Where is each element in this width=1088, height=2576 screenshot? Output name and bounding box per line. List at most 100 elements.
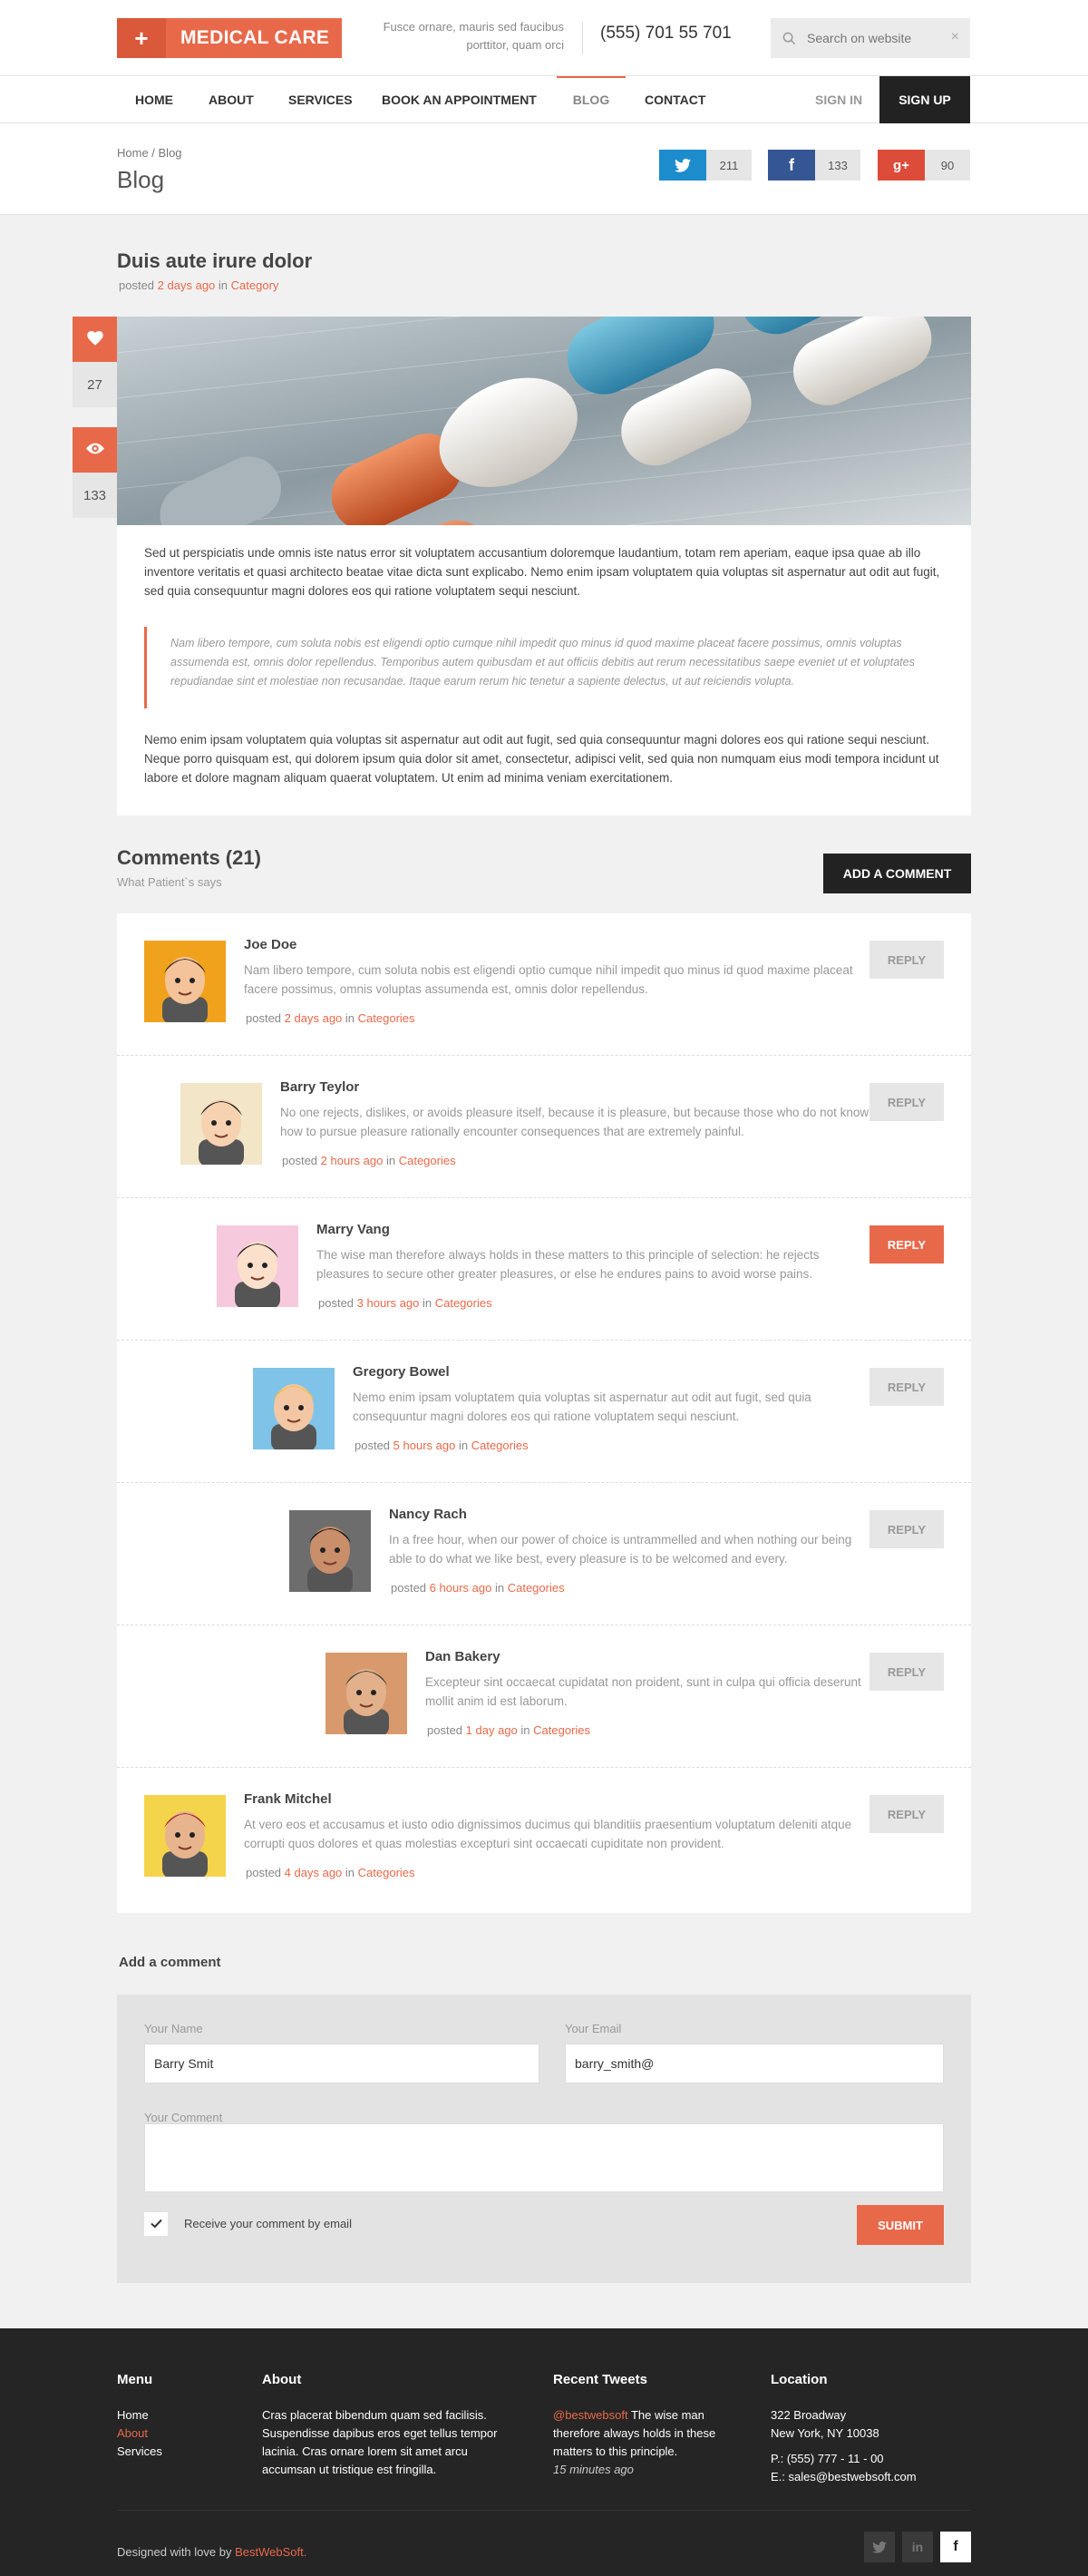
comment-form: Your Name Your Email Your Comment Receiv… — [117, 1995, 971, 2283]
comment-posted: posted — [246, 1866, 282, 1879]
linkedin-icon[interactable]: in — [902, 2532, 933, 2562]
footer-link-home[interactable]: Home — [117, 2406, 149, 2425]
comments-title: Comments (21) — [117, 846, 261, 869]
comment-author[interactable]: Dan Bakery — [425, 1649, 500, 1664]
comment-item: Gregory Bowel Nemo enim ipsam voluptatem … — [117, 1341, 971, 1483]
reply-button[interactable]: REPLY — [869, 941, 944, 979]
footer-tweet: @bestwebsoft The wise man therefore alwa… — [553, 2406, 743, 2461]
reply-button[interactable]: REPLY — [869, 1510, 944, 1548]
comment-time-link[interactable]: 5 hours ago — [393, 1439, 456, 1452]
sign-in-link[interactable]: SIGN IN — [815, 76, 862, 123]
comment-time-link[interactable]: 4 days ago — [285, 1866, 343, 1879]
comment-time-link[interactable]: 3 hours ago — [357, 1296, 420, 1310]
add-comment-button[interactable]: ADD A COMMENT — [823, 854, 971, 893]
comment-category-link[interactable]: Categories — [508, 1581, 565, 1595]
comment-text: Excepteur sint occaecat cupidatat non pr… — [425, 1675, 861, 1708]
comment-category-link[interactable]: Categories — [435, 1296, 492, 1310]
post-title[interactable]: Duis aute irure dolor — [117, 249, 312, 273]
comment-author[interactable]: Joe Doe — [244, 937, 296, 952]
comment-posted: posted — [427, 1723, 463, 1737]
comment-posted: posted — [282, 1154, 318, 1167]
footer-phone[interactable]: P.: (555) 777 - 11 - 00 — [771, 2450, 884, 2468]
header-phone: (555) 701 55 701 — [600, 24, 732, 43]
comment-author[interactable]: Frank Mitchel — [244, 1791, 332, 1807]
nav-about[interactable]: ABOUT — [209, 76, 254, 123]
comment-category-link[interactable]: Categories — [358, 1866, 415, 1879]
avatar[interactable] — [325, 1653, 407, 1734]
search-input[interactable] — [807, 31, 943, 45]
nav-services[interactable]: SERVICES — [288, 76, 353, 123]
comment-meta: posted 2 hours ago in Categories — [282, 1154, 456, 1167]
comment-item: Dan Bakery Excepteur sint occaecat cupida… — [117, 1625, 971, 1768]
post-category-link[interactable]: Category — [231, 278, 279, 292]
nav-contact[interactable]: CONTACT — [645, 76, 705, 123]
comment-category-link[interactable]: Categories — [399, 1154, 456, 1167]
avatar[interactable] — [217, 1225, 298, 1307]
email-checkbox[interactable] — [144, 2212, 168, 2236]
comment-time-link[interactable]: 2 hours ago — [321, 1154, 384, 1167]
tweet-handle-link[interactable]: @bestwebsoft — [553, 2408, 628, 2422]
comment-meta: posted 5 hours ago in Categories — [355, 1439, 529, 1452]
views-count: 133 — [73, 473, 117, 518]
credit-link[interactable]: BestWebSoft. — [235, 2545, 306, 2559]
facebook-share[interactable]: f 133 — [768, 150, 860, 181]
reply-button[interactable]: REPLY — [869, 1653, 944, 1691]
comment-author[interactable]: Gregory Bowel — [353, 1364, 450, 1380]
comment-text: In a free hour, when our power of choice… — [389, 1533, 852, 1566]
page-title: Blog — [117, 166, 165, 193]
post-time-link[interactable]: 2 days ago — [158, 278, 216, 292]
footer-link-services[interactable]: Services — [117, 2443, 162, 2461]
comment-category-link[interactable]: Categories — [471, 1439, 529, 1452]
tweet-time: 15 minutes ago — [553, 2463, 634, 2476]
search-box: × — [771, 18, 970, 58]
logo[interactable]: + MEDICAL CARE — [117, 18, 342, 58]
google-plus-count: 90 — [925, 150, 970, 181]
avatar[interactable] — [144, 1795, 226, 1877]
email-field[interactable] — [565, 2044, 944, 2083]
avatar[interactable] — [144, 941, 226, 1022]
comment-time-link[interactable]: 1 day ago — [466, 1723, 518, 1737]
name-field[interactable] — [144, 2044, 539, 2083]
facebook-social-icon[interactable]: f — [940, 2532, 971, 2562]
comment-item: Barry Teylor No one rejects, dislikes, or… — [117, 1056, 971, 1198]
reply-button[interactable]: REPLY — [869, 1795, 944, 1833]
email-checkbox-label[interactable]: Receive your comment by email — [184, 2217, 352, 2230]
comment-meta: posted 3 hours ago in Categories — [318, 1296, 492, 1310]
avatar[interactable] — [180, 1083, 262, 1165]
footer-email[interactable]: E.: sales@bestwebsoft.com — [771, 2468, 917, 2486]
footer-link-about[interactable]: About — [117, 2425, 148, 2443]
nav-blog[interactable]: BLOG — [557, 76, 626, 123]
comment-category-link[interactable]: Categories — [533, 1723, 590, 1737]
facebook-count: 133 — [815, 150, 860, 181]
comment-item: Joe Doe Nam libero tempore, cum soluta no… — [117, 913, 971, 1056]
breadcrumb[interactable]: Home / Blog — [117, 146, 182, 160]
comment-time-link[interactable]: 6 hours ago — [430, 1581, 492, 1595]
post-meta-prefix: posted — [119, 278, 155, 292]
reply-button[interactable]: REPLY — [869, 1225, 944, 1264]
comment-time-link[interactable]: 2 days ago — [285, 1011, 343, 1025]
comment-author[interactable]: Marry Vang — [316, 1222, 390, 1237]
submit-button[interactable]: SUBMIT — [857, 2205, 944, 2245]
twitter-social-icon[interactable] — [864, 2532, 895, 2562]
like-button[interactable] — [73, 317, 117, 362]
nav-home[interactable]: HOME — [135, 76, 173, 123]
comment-author[interactable]: Barry Teylor — [280, 1079, 359, 1095]
comment-field[interactable] — [144, 2123, 944, 2192]
avatar[interactable] — [253, 1368, 335, 1449]
comment-in: in — [345, 1866, 355, 1879]
comment-item: Frank Mitchel At vero eos et accusamus et… — [117, 1768, 971, 1910]
google-plus-share[interactable]: g+ 90 — [878, 150, 970, 181]
avatar[interactable] — [289, 1510, 371, 1592]
comment-posted: posted — [246, 1011, 282, 1025]
comment-author[interactable]: Nancy Rach — [389, 1507, 467, 1522]
nav-book-appointment[interactable]: BOOK AN APPOINTMENT — [382, 76, 537, 123]
logo-plus-icon: + — [117, 18, 166, 58]
views-button[interactable] — [73, 427, 117, 473]
sign-up-button[interactable]: SIGN UP — [879, 76, 970, 123]
reply-button[interactable]: REPLY — [869, 1368, 944, 1406]
comment-category-link[interactable]: Categories — [358, 1011, 415, 1025]
search-clear-icon[interactable]: × — [951, 29, 959, 45]
reply-button[interactable]: REPLY — [869, 1083, 944, 1121]
twitter-share[interactable]: 211 — [659, 150, 752, 181]
footer-tweets-title: Recent Tweets — [553, 2372, 647, 2387]
